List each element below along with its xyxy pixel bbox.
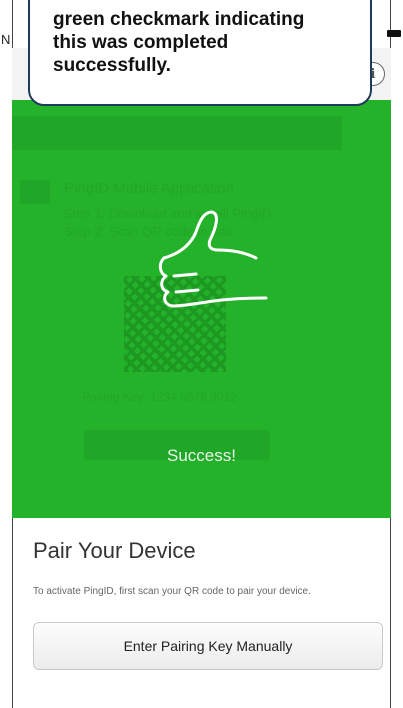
enter-pairing-key-button[interactable]: Enter Pairing Key Manually	[33, 622, 383, 670]
ghost-header-bar	[12, 116, 342, 150]
ghost-pairing-key: Pairing Key: 1234 5678 9012	[82, 390, 237, 404]
callout-line-3: successfully.	[53, 55, 171, 76]
success-overlay: PingID Mobile Application Step 1: Downlo…	[12, 100, 391, 518]
pair-title: Pair Your Device	[33, 538, 196, 563]
ghost-app-icon	[20, 180, 50, 204]
thumbs-up-icon	[158, 210, 268, 308]
annotation-callout: green checkmark indicating this was comp…	[28, 0, 372, 106]
pair-description: To activate PingID, first scan your QR c…	[33, 586, 311, 597]
device-frame-right	[390, 0, 403, 708]
callout-line-1: green checkmark indicating	[53, 9, 305, 30]
battery-icon	[387, 30, 401, 37]
callout-line-2: this was completed	[53, 32, 229, 53]
success-message: Success!	[167, 446, 236, 465]
status-bar-carrier: N	[1, 32, 11, 47]
ghost-title: PingID Mobile Application	[64, 180, 235, 197]
